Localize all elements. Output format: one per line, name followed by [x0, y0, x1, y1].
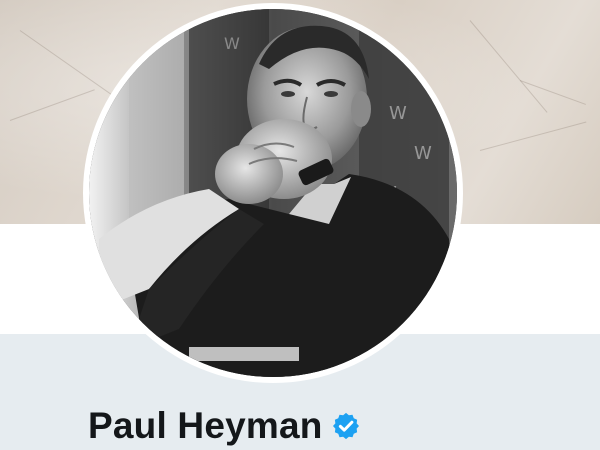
- profile-display-name[interactable]: Paul Heyman: [88, 404, 323, 448]
- svg-text:W: W: [389, 103, 407, 124]
- verified-badge-icon: [331, 411, 361, 441]
- banner-texture: [469, 20, 548, 113]
- svg-text:W: W: [414, 143, 432, 164]
- banner-texture: [9, 89, 95, 121]
- profile-name-row: Paul Heyman: [88, 404, 361, 448]
- avatar[interactable]: W W W W: [89, 9, 457, 377]
- svg-text:W: W: [224, 34, 240, 53]
- banner-texture: [479, 121, 587, 151]
- avatar-photo: W W W W: [89, 9, 457, 377]
